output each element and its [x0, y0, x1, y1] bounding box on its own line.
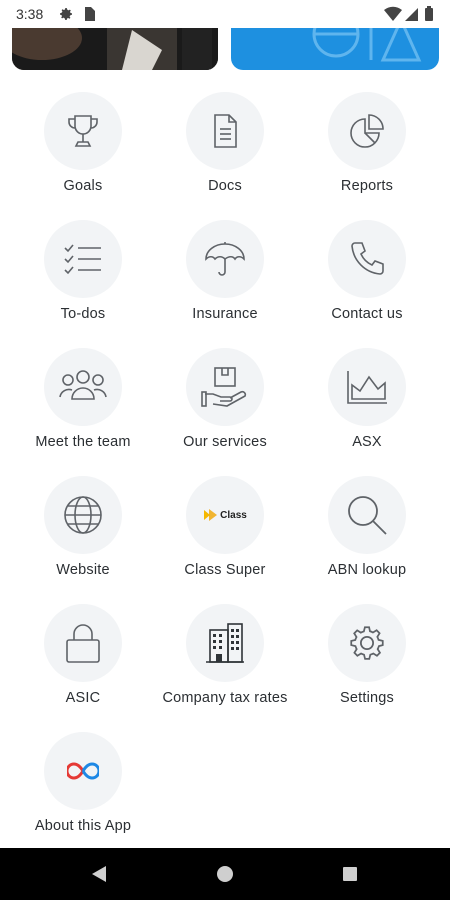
tile-label: About this App	[34, 818, 132, 834]
tile-asx[interactable]: ASX	[296, 348, 438, 468]
tile-reports[interactable]: Reports	[296, 92, 438, 212]
system-nav-bar	[0, 848, 450, 900]
tile-abn[interactable]: ABN lookup	[296, 476, 438, 596]
tile-team[interactable]: Meet the team	[12, 348, 154, 468]
tile-asic[interactable]: ASIC	[12, 604, 154, 724]
back-icon[interactable]	[90, 864, 108, 889]
tile-label: To-dos	[60, 306, 106, 322]
tile-classsuper[interactable]: Class Class Super	[154, 476, 296, 596]
tile-label: Contact us	[331, 306, 403, 322]
globe-icon	[44, 476, 122, 554]
umbrella-icon	[186, 220, 264, 298]
tile-label: Meet the team	[35, 434, 131, 450]
status-bar: 3:38	[0, 0, 450, 28]
tile-website[interactable]: Website	[12, 476, 154, 596]
building-icon	[186, 604, 264, 682]
tile-label: Docs	[208, 178, 242, 194]
tile-services[interactable]: Our services	[154, 348, 296, 468]
class-logo-icon: Class	[186, 476, 264, 554]
wifi-icon	[384, 6, 402, 27]
signal-icon	[404, 6, 418, 27]
tile-companytax[interactable]: Company tax rates	[154, 604, 296, 724]
magnifier-icon	[328, 476, 406, 554]
checklist-icon	[44, 220, 122, 298]
settings-status-icon	[58, 6, 74, 27]
people-icon	[44, 348, 122, 426]
tile-label: Settings	[340, 690, 394, 706]
tile-settings[interactable]: Settings	[296, 604, 438, 724]
status-time: 3:38	[16, 6, 44, 22]
tile-goals[interactable]: Goals	[12, 92, 154, 212]
tile-docs[interactable]: Docs	[154, 92, 296, 212]
tile-about[interactable]: About this App	[12, 732, 154, 852]
pie-chart-icon	[328, 92, 406, 170]
tile-label: ASIC	[65, 690, 101, 706]
hand-box-icon	[186, 348, 264, 426]
tile-label: Reports	[340, 178, 394, 194]
tile-label: Insurance	[192, 306, 258, 322]
tile-label: Class Super	[184, 562, 266, 578]
document-icon	[186, 92, 264, 170]
area-chart-icon	[328, 348, 406, 426]
tile-label: ASX	[352, 434, 382, 450]
lock-icon	[44, 604, 122, 682]
tile-label: Website	[56, 562, 110, 578]
sim-card-icon	[82, 6, 96, 27]
home-icon[interactable]	[216, 864, 234, 889]
gear-icon	[328, 604, 406, 682]
recents-icon[interactable]	[341, 864, 359, 889]
battery-icon	[424, 6, 434, 27]
tile-label: ABN lookup	[327, 562, 407, 578]
class-logo-text: Class	[220, 509, 247, 521]
tile-label: Our services	[183, 434, 267, 450]
tile-label: Company tax rates	[162, 690, 288, 706]
tile-insurance[interactable]: Insurance	[154, 220, 296, 340]
phone-icon	[328, 220, 406, 298]
tile-contact[interactable]: Contact us	[296, 220, 438, 340]
trophy-icon	[44, 92, 122, 170]
infinity-logo-icon	[44, 732, 122, 810]
tile-label: Goals	[63, 178, 103, 194]
tile-todos[interactable]: To-dos	[12, 220, 154, 340]
